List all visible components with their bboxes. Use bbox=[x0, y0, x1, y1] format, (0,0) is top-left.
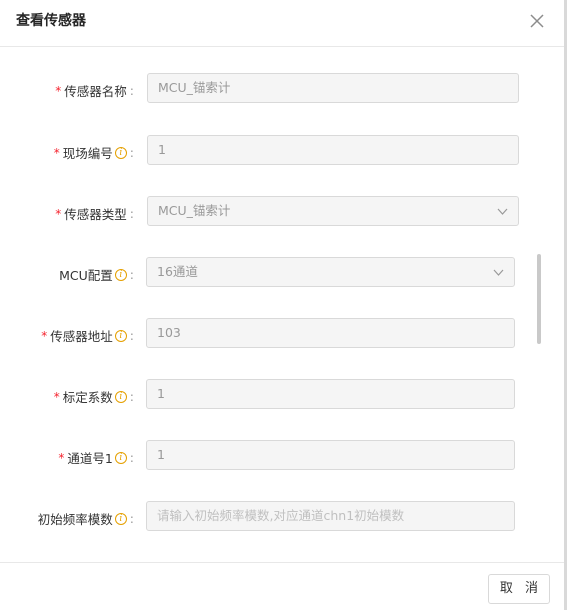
scrollbar-thumb[interactable] bbox=[537, 254, 541, 344]
info-icon[interactable]: i bbox=[114, 329, 127, 342]
form-row-sensor-name: * 传感器名称 : MCU_锚索计 bbox=[0, 73, 530, 105]
mcu-config-label-text: MCU配置 bbox=[59, 268, 113, 283]
label-colon: : bbox=[129, 206, 134, 221]
form-row-calibration-factor: * 标定系数 i : 1 bbox=[0, 379, 530, 411]
dialog-title: 查看传感器 bbox=[16, 13, 86, 29]
form-row-sensor-address: * 传感器地址 i : 103 bbox=[0, 318, 530, 350]
required-mark: * bbox=[53, 389, 60, 404]
initial-freq-modulus-label-text: 初始频率模数 bbox=[37, 512, 113, 527]
required-mark: * bbox=[58, 450, 65, 465]
info-icon[interactable]: i bbox=[114, 451, 127, 464]
label-colon: : bbox=[129, 267, 134, 282]
sensor-name-label-text: 传感器名称 bbox=[64, 84, 127, 99]
required-mark: * bbox=[41, 328, 48, 343]
required-mark: * bbox=[55, 206, 62, 221]
dialog-header: 查看传感器 bbox=[0, 0, 564, 47]
mcu-config-value: 16通道 bbox=[157, 264, 198, 279]
sensor-address-label-text: 传感器地址 bbox=[50, 329, 113, 344]
site-number-input[interactable]: 1 bbox=[147, 135, 519, 165]
label-colon: : bbox=[129, 83, 134, 98]
label-colon: : bbox=[129, 145, 134, 160]
form-row-mcu-config: MCU配置 i : 16通道 bbox=[0, 257, 530, 289]
initial-freq-modulus-label: 初始频率模数 i : bbox=[38, 509, 134, 528]
label-colon: : bbox=[129, 450, 134, 465]
form-row-sensor-type: * 传感器类型 : MCU_锚索计 bbox=[0, 196, 530, 228]
mcu-config-select[interactable]: 16通道 bbox=[146, 257, 515, 287]
info-icon[interactable]: i bbox=[114, 512, 127, 525]
sensor-name-label: * 传感器名称 : bbox=[55, 81, 134, 100]
label-colon: : bbox=[129, 511, 134, 526]
calibration-factor-input[interactable]: 1 bbox=[146, 379, 515, 409]
form-row-site-number: * 现场编号 i : 1 bbox=[0, 135, 530, 167]
channel-1-label-text: 通道号1 bbox=[67, 451, 113, 466]
label-colon: : bbox=[129, 389, 134, 404]
label-colon: : bbox=[129, 328, 134, 343]
form-row-initial-freq-modulus: 初始频率模数 i : 请输入初始频率模数,对应通道chn1初始模数 bbox=[0, 501, 530, 533]
info-icon[interactable]: i bbox=[114, 146, 127, 159]
required-mark: * bbox=[53, 145, 60, 160]
info-icon[interactable]: i bbox=[114, 268, 127, 281]
form-row-channel-1: * 通道号1 i : 1 bbox=[0, 440, 530, 472]
mcu-config-label: MCU配置 i : bbox=[59, 265, 134, 284]
sensor-name-input[interactable]: MCU_锚索计 bbox=[147, 73, 519, 103]
sensor-address-label: * 传感器地址 i : bbox=[41, 326, 134, 345]
channel-1-input[interactable]: 1 bbox=[146, 440, 515, 470]
sensor-type-select[interactable]: MCU_锚索计 bbox=[147, 196, 519, 226]
chevron-down-icon bbox=[493, 269, 504, 276]
site-number-label: * 现场编号 i : bbox=[54, 143, 134, 162]
site-number-label-text: 现场编号 bbox=[62, 146, 113, 161]
calibration-factor-label: * 标定系数 i : bbox=[54, 387, 134, 406]
sensor-type-value: MCU_锚索计 bbox=[158, 203, 231, 218]
cancel-button[interactable]: 取 消 bbox=[488, 574, 550, 604]
channel-1-label: * 通道号1 i : bbox=[58, 448, 134, 467]
close-icon[interactable] bbox=[528, 12, 546, 30]
chevron-down-icon bbox=[497, 208, 508, 215]
info-icon[interactable]: i bbox=[114, 390, 127, 403]
sensor-type-label-text: 传感器类型 bbox=[64, 207, 127, 222]
initial-freq-modulus-input[interactable]: 请输入初始频率模数,对应通道chn1初始模数 bbox=[146, 501, 515, 531]
calibration-factor-label-text: 标定系数 bbox=[62, 390, 113, 405]
sensor-type-label: * 传感器类型 : bbox=[55, 204, 134, 223]
dialog-footer: 取 消 bbox=[0, 562, 564, 610]
sensor-address-input[interactable]: 103 bbox=[146, 318, 515, 348]
required-mark: * bbox=[55, 83, 62, 98]
